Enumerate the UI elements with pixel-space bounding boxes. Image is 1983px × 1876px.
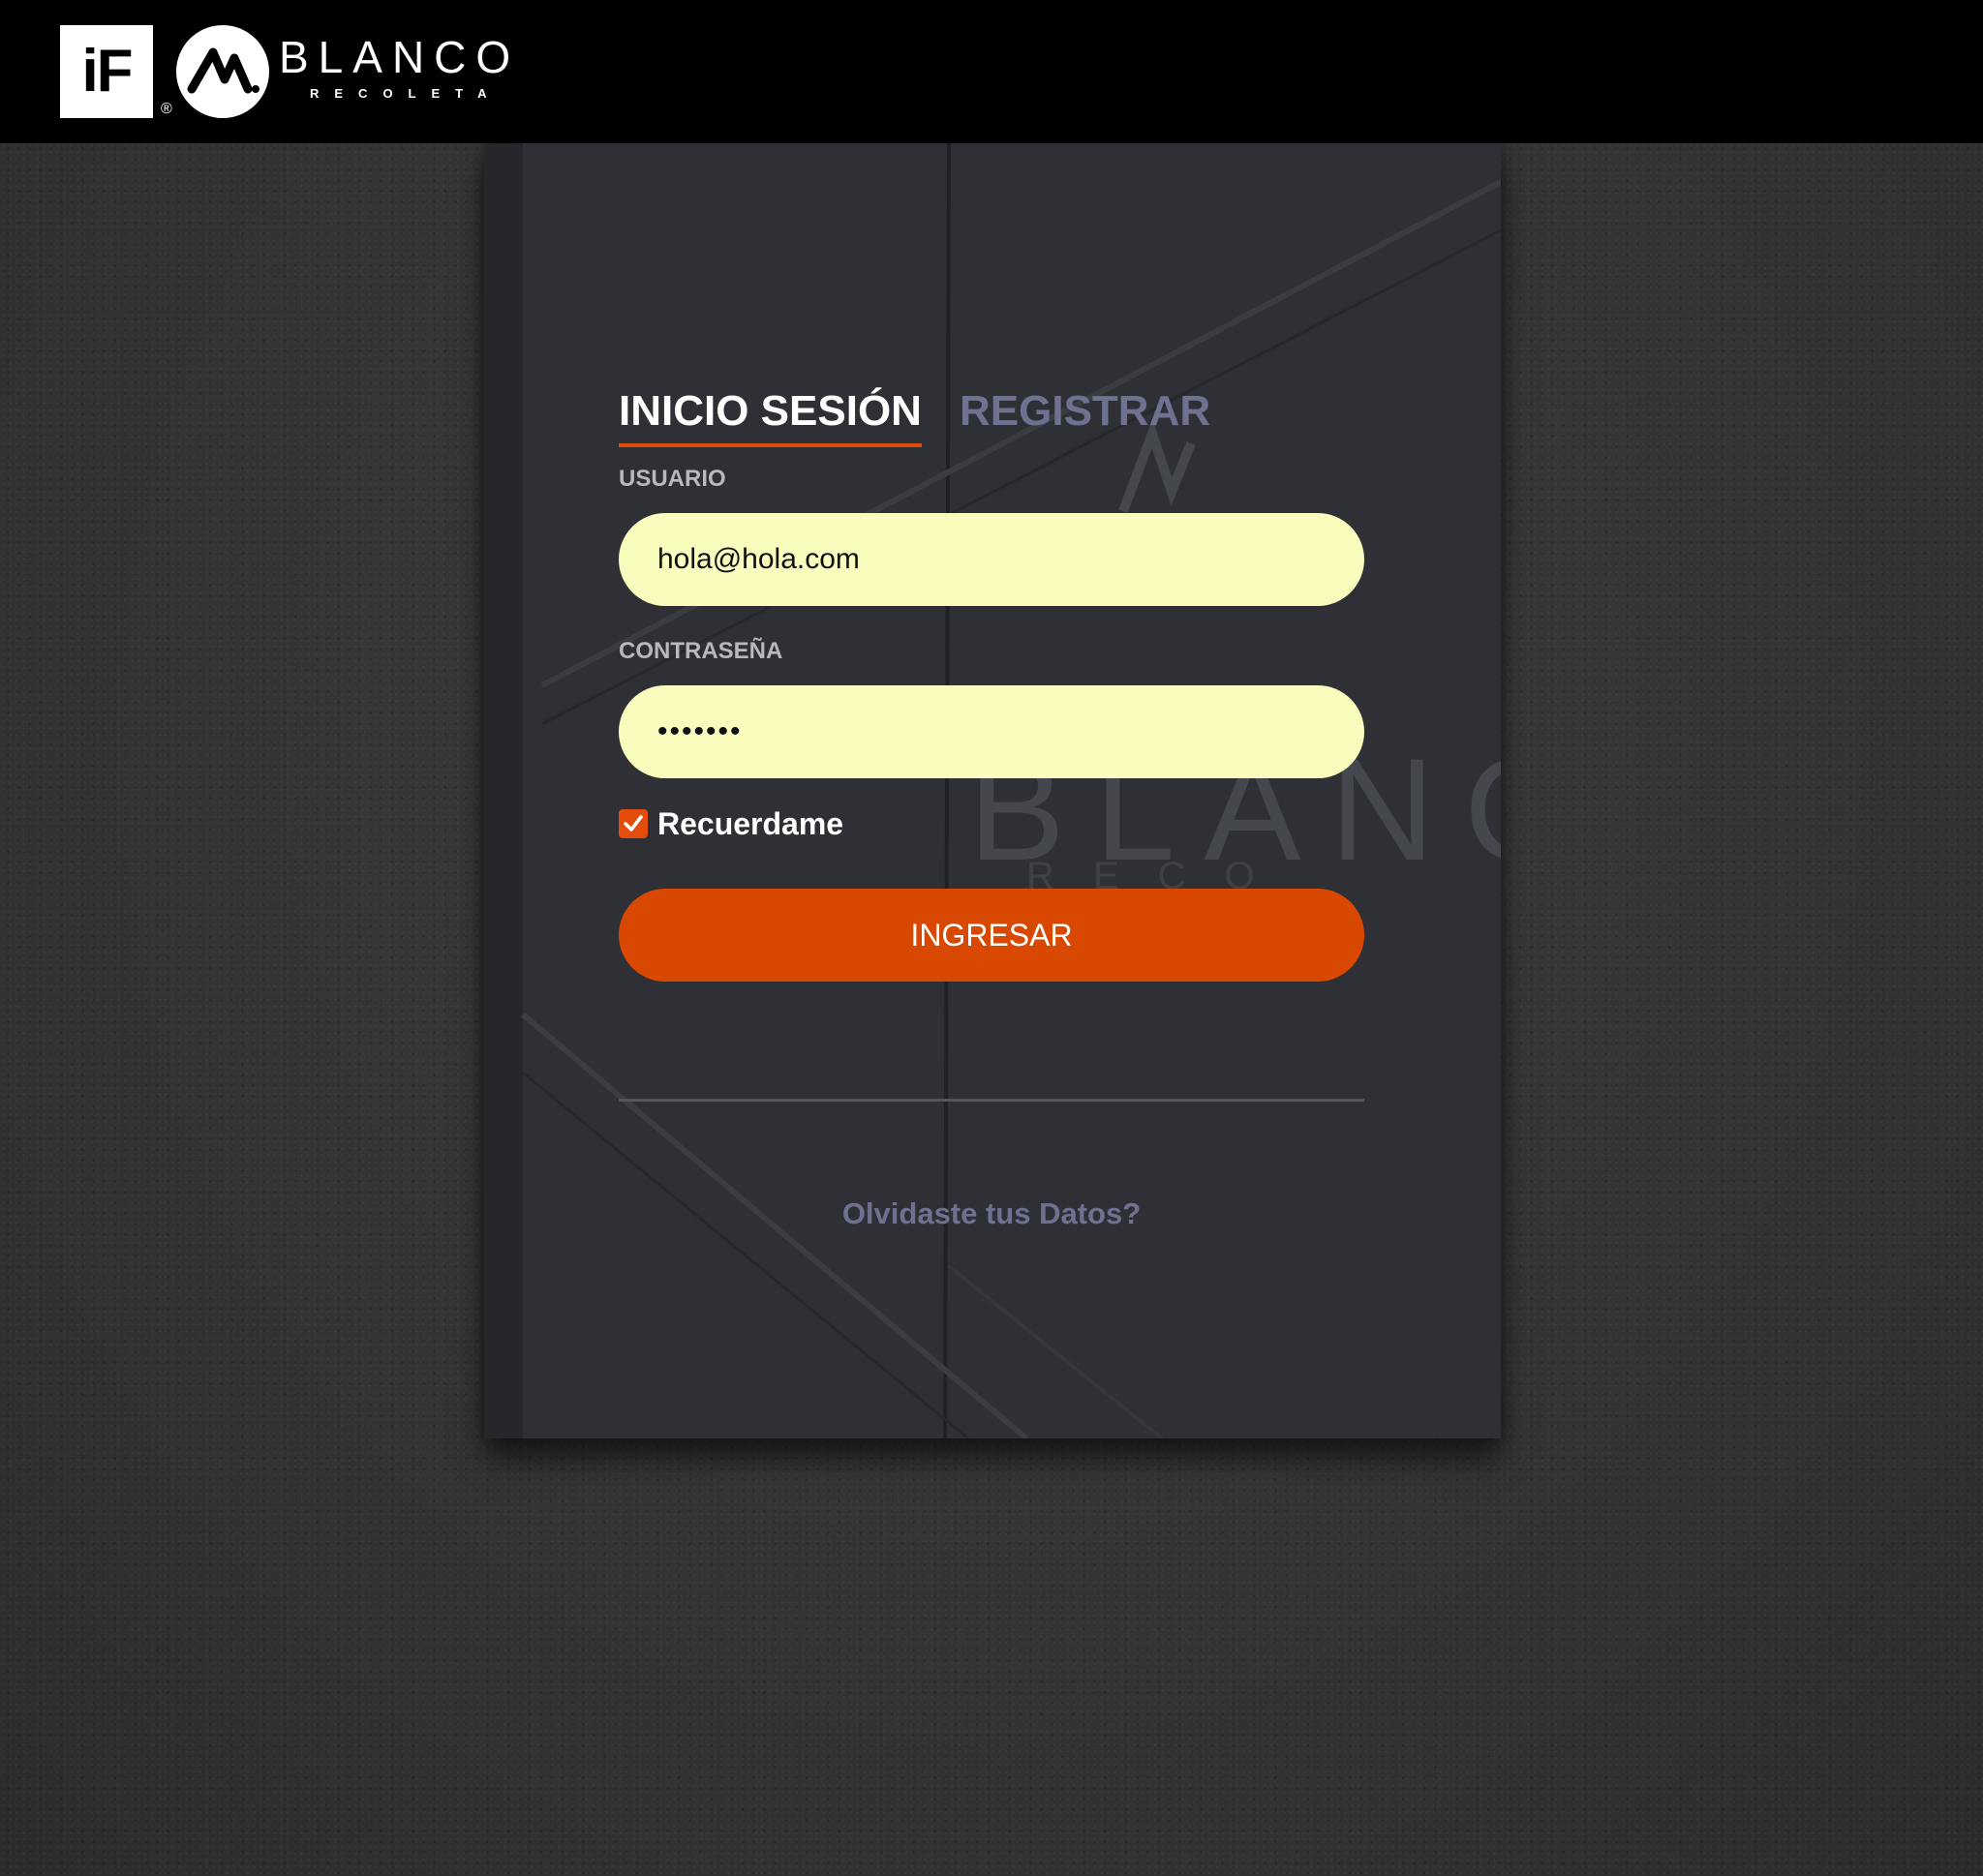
remember-checkbox[interactable] <box>619 809 648 838</box>
username-input[interactable] <box>619 513 1364 606</box>
divider <box>619 1099 1364 1102</box>
password-input[interactable] <box>619 685 1364 778</box>
login-submit-button[interactable]: INGRESAR <box>619 889 1364 982</box>
card-background-photo: BLANCO RECO <box>484 143 1501 1438</box>
forgot-data-link[interactable]: Olvidaste tus Datos? <box>619 1195 1364 1233</box>
brand-name: BLANCO <box>279 32 521 82</box>
checkmark-icon <box>624 815 643 832</box>
remember-label[interactable]: Recuerdame <box>657 805 843 842</box>
tab-register[interactable]: REGISTRAR <box>960 385 1210 438</box>
brand-subtitle: RECOLETA <box>310 86 503 101</box>
if-logo: iF <box>60 25 153 118</box>
tab-login[interactable]: INICIO SESIÓN <box>619 385 922 447</box>
top-header: iF ® BLANCO RECOLETA <box>0 0 1983 143</box>
password-label: CONTRASEÑA <box>619 638 783 664</box>
login-card: BLANCO RECO INICIO SESIÓN REGISTRAR USUA… <box>484 143 1501 1438</box>
registered-mark: ® <box>161 101 172 117</box>
blanco-logo-mark-icon <box>176 25 269 118</box>
username-label: USUARIO <box>619 466 726 492</box>
